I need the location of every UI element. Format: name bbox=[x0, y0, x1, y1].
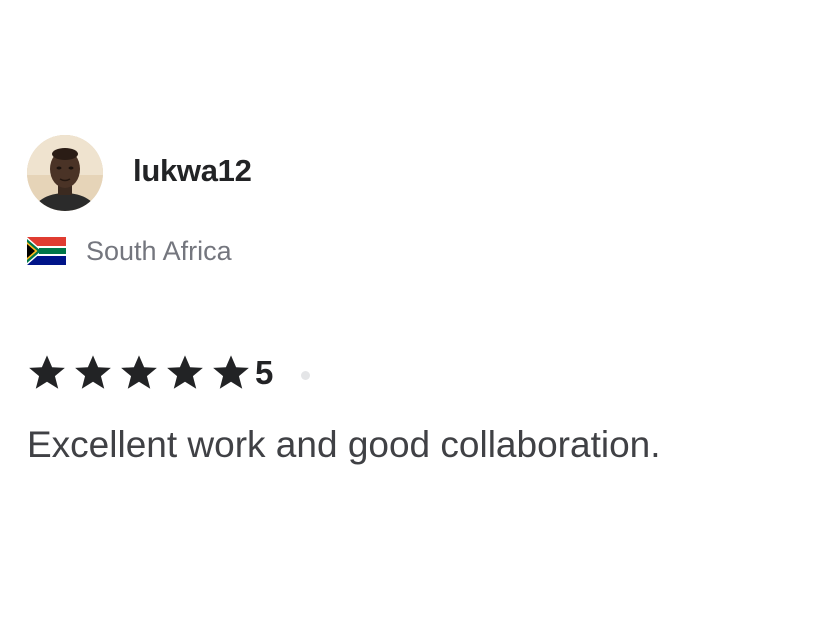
star-rating bbox=[27, 354, 257, 392]
review-text: Excellent work and good collaboration. bbox=[27, 424, 661, 465]
rating-value: 5 bbox=[255, 354, 274, 391]
reviewer-country: South Africa bbox=[86, 235, 232, 266]
star-icon bbox=[27, 354, 67, 392]
star-icon bbox=[165, 354, 205, 392]
rating-row: 5 bbox=[27, 353, 807, 393]
star-icon bbox=[119, 354, 159, 392]
star-icon bbox=[211, 354, 251, 392]
reviewer-avatar[interactable] bbox=[27, 135, 103, 211]
avatar-photo-icon bbox=[27, 135, 103, 211]
separator-dot bbox=[301, 370, 311, 380]
star-icon bbox=[73, 354, 113, 392]
reviewer-header: lukwa12 bbox=[27, 133, 807, 213]
reviewer-username[interactable]: lukwa12 bbox=[133, 153, 252, 189]
south-africa-flag-icon bbox=[27, 237, 66, 265]
review-card: lukwa12 South Africa 5 Excellent work an… bbox=[27, 133, 807, 467]
reviewer-country-row: South Africa bbox=[27, 235, 807, 267]
